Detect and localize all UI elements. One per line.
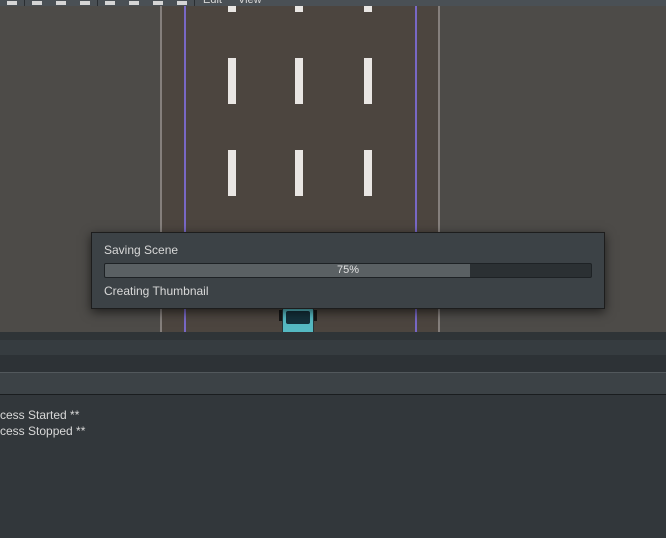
output-tabbar[interactable] bbox=[0, 355, 666, 395]
app-root: Edit View bbox=[0, 0, 666, 538]
log-line: cess Stopped ** bbox=[0, 423, 660, 439]
output-panel: cess Started ** cess Stopped ** bbox=[0, 355, 666, 538]
dialog-status: Creating Thumbnail bbox=[104, 284, 592, 298]
progress-bar-percent: 75% bbox=[105, 264, 591, 277]
save-progress-dialog: Saving Scene 75% Creating Thumbnail bbox=[91, 232, 605, 309]
progress-bar: 75% bbox=[104, 263, 592, 278]
dialog-title: Saving Scene bbox=[104, 243, 592, 257]
log-line: cess Started ** bbox=[0, 407, 660, 423]
menu-edit[interactable]: Edit bbox=[195, 0, 230, 3]
menu-view[interactable]: View bbox=[230, 0, 270, 3]
output-log[interactable]: cess Started ** cess Stopped ** bbox=[0, 395, 666, 445]
output-tab-active[interactable] bbox=[0, 372, 666, 395]
